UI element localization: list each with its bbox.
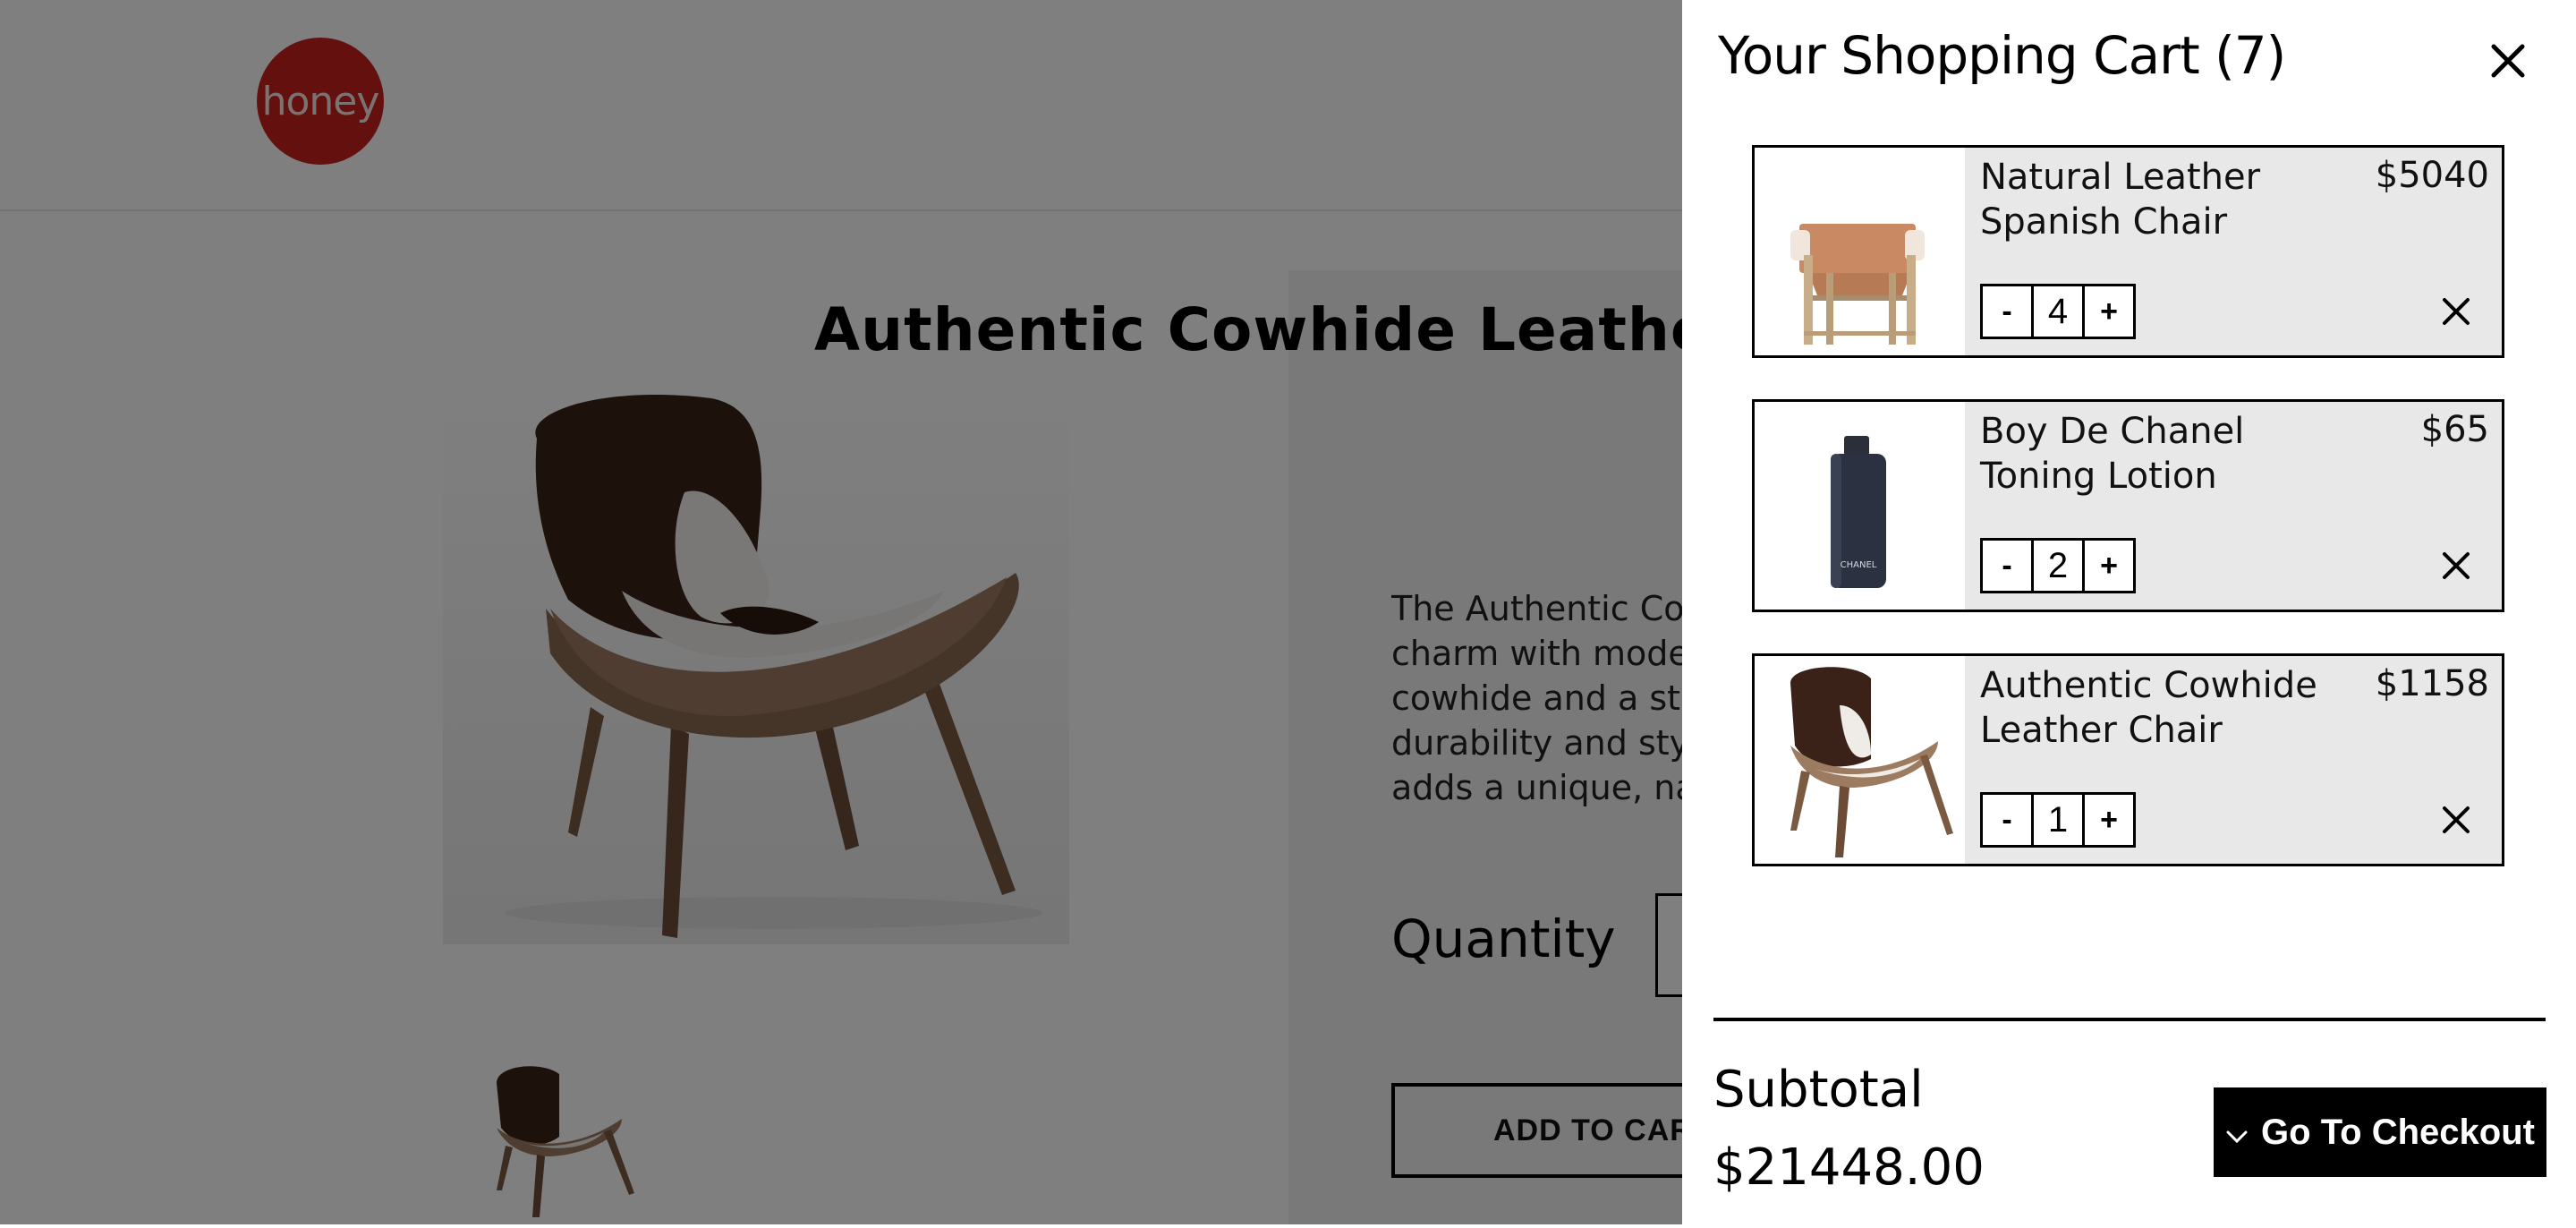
quantity-stepper: - 4 + xyxy=(1980,284,2136,339)
quantity-stepper: - 2 + xyxy=(1980,538,2136,593)
cart-title: Your Shopping Cart (7) xyxy=(1718,25,2286,86)
lotion-bottle-image: CHANEL xyxy=(1831,436,1886,588)
cart-item-price: $5040 xyxy=(2375,155,2489,196)
cart-item-name: Boy De Chanel Toning Lotion xyxy=(1980,411,2245,497)
decrease-quantity-button[interactable]: - xyxy=(1980,538,2034,593)
cart-divider xyxy=(1713,1018,2546,1021)
cart-item-name: Natural Leather Spanish Chair xyxy=(1980,157,2261,243)
quantity-value: 2 xyxy=(2031,538,2085,593)
cart-item-image xyxy=(1755,148,1965,355)
increase-quantity-button[interactable]: + xyxy=(2082,284,2136,339)
close-icon[interactable] xyxy=(2483,36,2533,86)
cart-item: Authentic Cowhide Leather Chair $1158 - … xyxy=(1752,653,2504,866)
quantity-stepper: - 1 + xyxy=(1980,792,2136,848)
decrease-quantity-button[interactable]: - xyxy=(1980,284,2034,339)
increase-quantity-button[interactable]: + xyxy=(2082,538,2136,593)
bottle-label-text: CHANEL xyxy=(1841,560,1877,570)
quantity-value: 4 xyxy=(2031,284,2085,339)
cowhide-chair-image xyxy=(1790,667,1953,857)
cart-item-price: $65 xyxy=(2420,409,2489,450)
checkout-button[interactable]: Go To Checkout xyxy=(2214,1087,2546,1177)
checkout-label: Go To Checkout xyxy=(2261,1112,2535,1152)
subtotal-value: $21448.00 xyxy=(1713,1138,1985,1197)
remove-item-icon[interactable] xyxy=(2437,547,2475,584)
cart-item: CHANEL Boy De Chanel Toning Lotion $65 -… xyxy=(1752,399,2504,612)
subtotal-label: Subtotal xyxy=(1713,1061,1924,1119)
increase-quantity-button[interactable]: + xyxy=(2082,792,2136,848)
cart-item-image xyxy=(1755,656,1965,864)
remove-item-icon[interactable] xyxy=(2437,293,2475,330)
cart-drawer: Your Shopping Cart (7) Natural Leather S… xyxy=(1682,0,2576,1224)
cart-item: Natural Leather Spanish Chair $5040 - 4 … xyxy=(1752,145,2504,358)
page-overlay[interactable] xyxy=(0,0,1682,1224)
cart-item-name: Authentic Cowhide Leather Chair xyxy=(1980,665,2317,751)
chevron-down-icon xyxy=(2225,1113,2249,1153)
leather-spanish-chair-image xyxy=(1790,224,1925,345)
remove-item-icon[interactable] xyxy=(2437,801,2475,839)
cart-item-price: $1158 xyxy=(2375,663,2489,704)
cart-item-image: CHANEL xyxy=(1755,402,1965,610)
quantity-value: 1 xyxy=(2031,792,2085,848)
decrease-quantity-button[interactable]: - xyxy=(1980,792,2034,848)
